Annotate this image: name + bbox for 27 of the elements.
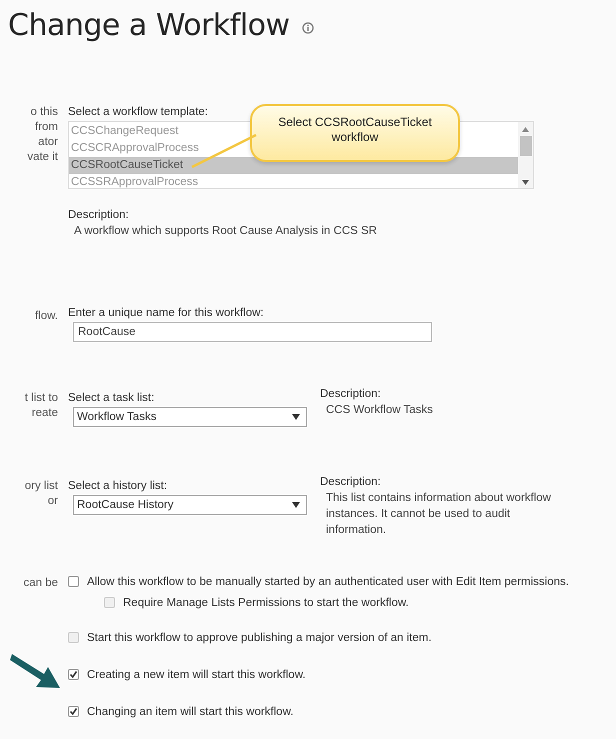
checkbox-label: Start this workflow to approve publishing a major version of an item. — [87, 632, 432, 644]
checkbox-label: Require Manage Lists Permissions to start the workflow. — [123, 596, 409, 608]
description-text: This list contains information about workflow instances. It cannot be used to audit information. — [325, 491, 552, 538]
section-help-text: ator — [38, 135, 58, 150]
description-label: Description: — [320, 475, 382, 490]
section-help-text: o this — [30, 105, 58, 120]
field-label: Select a history list: — [68, 479, 168, 494]
field-label: Select a workflow template: — [68, 105, 208, 120]
checkbox-label: Changing an item will start this workflow. — [87, 706, 294, 718]
section-help-text: reate — [32, 406, 58, 421]
section-help-text: from — [35, 120, 58, 135]
section-help-text: flow. — [34, 309, 58, 324]
section-help-text: can be — [23, 576, 58, 591]
section-help-text: t list to — [24, 391, 58, 406]
checkbox-label: Allow this workflow to be manually started by an authenticated user with Edit Item permissions. — [87, 576, 569, 588]
description-label: Description: — [320, 387, 382, 402]
field-label: Enter a unique name for this workflow: — [68, 306, 264, 321]
description-text: A workflow which supports Root Cause Analysis in CCS SR — [73, 224, 377, 239]
page-title: Change a Workflow — [8, 8, 290, 42]
callout-tooltip: Select CCSRootCauseTicket workflow — [250, 104, 460, 162]
description-text: CCS Workflow Tasks — [325, 403, 434, 418]
field-label: Select a task list: — [68, 391, 156, 406]
checkbox-label: Creating a new item will start this workflow. — [87, 668, 306, 680]
section-help-text: vate it — [27, 150, 58, 165]
section-help-text: or — [48, 494, 58, 509]
description-label: Description: — [68, 208, 129, 223]
section-help-text: ory list — [24, 479, 58, 494]
